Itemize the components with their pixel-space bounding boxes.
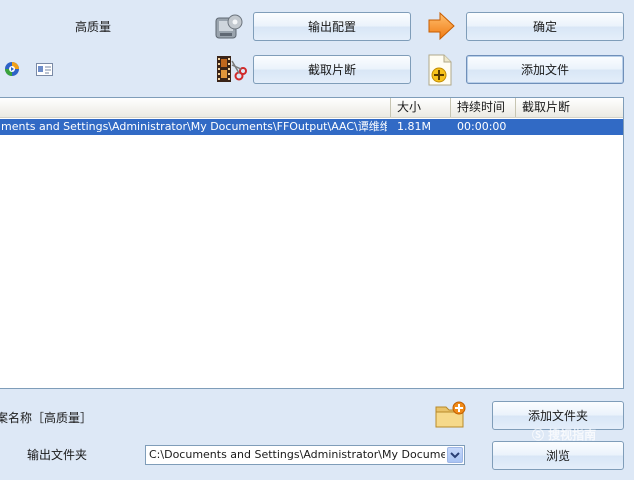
arrow-right-icon bbox=[426, 11, 456, 41]
file-list[interactable]: 大小 持续时间 截取片断 ments and Settings\Administ… bbox=[0, 97, 624, 389]
output-config-icon bbox=[214, 12, 244, 42]
duration-column-header[interactable]: 持续时间 bbox=[451, 98, 516, 117]
path-column-header[interactable] bbox=[0, 98, 391, 117]
output-folder-select[interactable]: C:\Documents and Settings\Administrator\… bbox=[145, 445, 465, 465]
clip-button[interactable]: 截取片断 bbox=[253, 55, 411, 84]
add-file-button[interactable]: 添加文件 bbox=[466, 55, 624, 84]
add-file-icon bbox=[427, 54, 453, 86]
quality-label: 高质量 bbox=[75, 20, 112, 34]
media-player-icon[interactable] bbox=[4, 61, 20, 77]
file-size-cell: 1.81M bbox=[397, 120, 431, 133]
size-column-header[interactable]: 大小 bbox=[391, 98, 451, 117]
output-folder-value: C:\Documents and Settings\Administrator\… bbox=[149, 448, 445, 461]
file-path-cell: ments and Settings\Administrator\My Docu… bbox=[1, 120, 387, 133]
file-duration-cell: 00:00:00 bbox=[457, 120, 507, 133]
profile-name-label: 案名称［高质量］ bbox=[0, 411, 93, 425]
output-folder-label: 输出文件夹 bbox=[27, 448, 88, 462]
chevron-down-icon[interactable] bbox=[447, 447, 463, 463]
file-clip-cell bbox=[521, 119, 621, 135]
watermark-text: Ⓢ 搜视指南 bbox=[532, 428, 597, 442]
ok-button[interactable]: 确定 bbox=[466, 12, 624, 41]
film-scissors-icon bbox=[215, 55, 247, 83]
info-card-icon[interactable] bbox=[36, 63, 53, 76]
add-folder-icon bbox=[435, 401, 467, 429]
clip-column-header[interactable]: 截取片断 bbox=[516, 98, 623, 117]
table-row[interactable]: ments and Settings\Administrator\My Docu… bbox=[0, 119, 623, 135]
output-config-button[interactable]: 输出配置 bbox=[253, 12, 411, 41]
browse-button[interactable]: 浏览 bbox=[492, 441, 624, 470]
file-list-header: 大小 持续时间 截取片断 bbox=[0, 98, 623, 118]
